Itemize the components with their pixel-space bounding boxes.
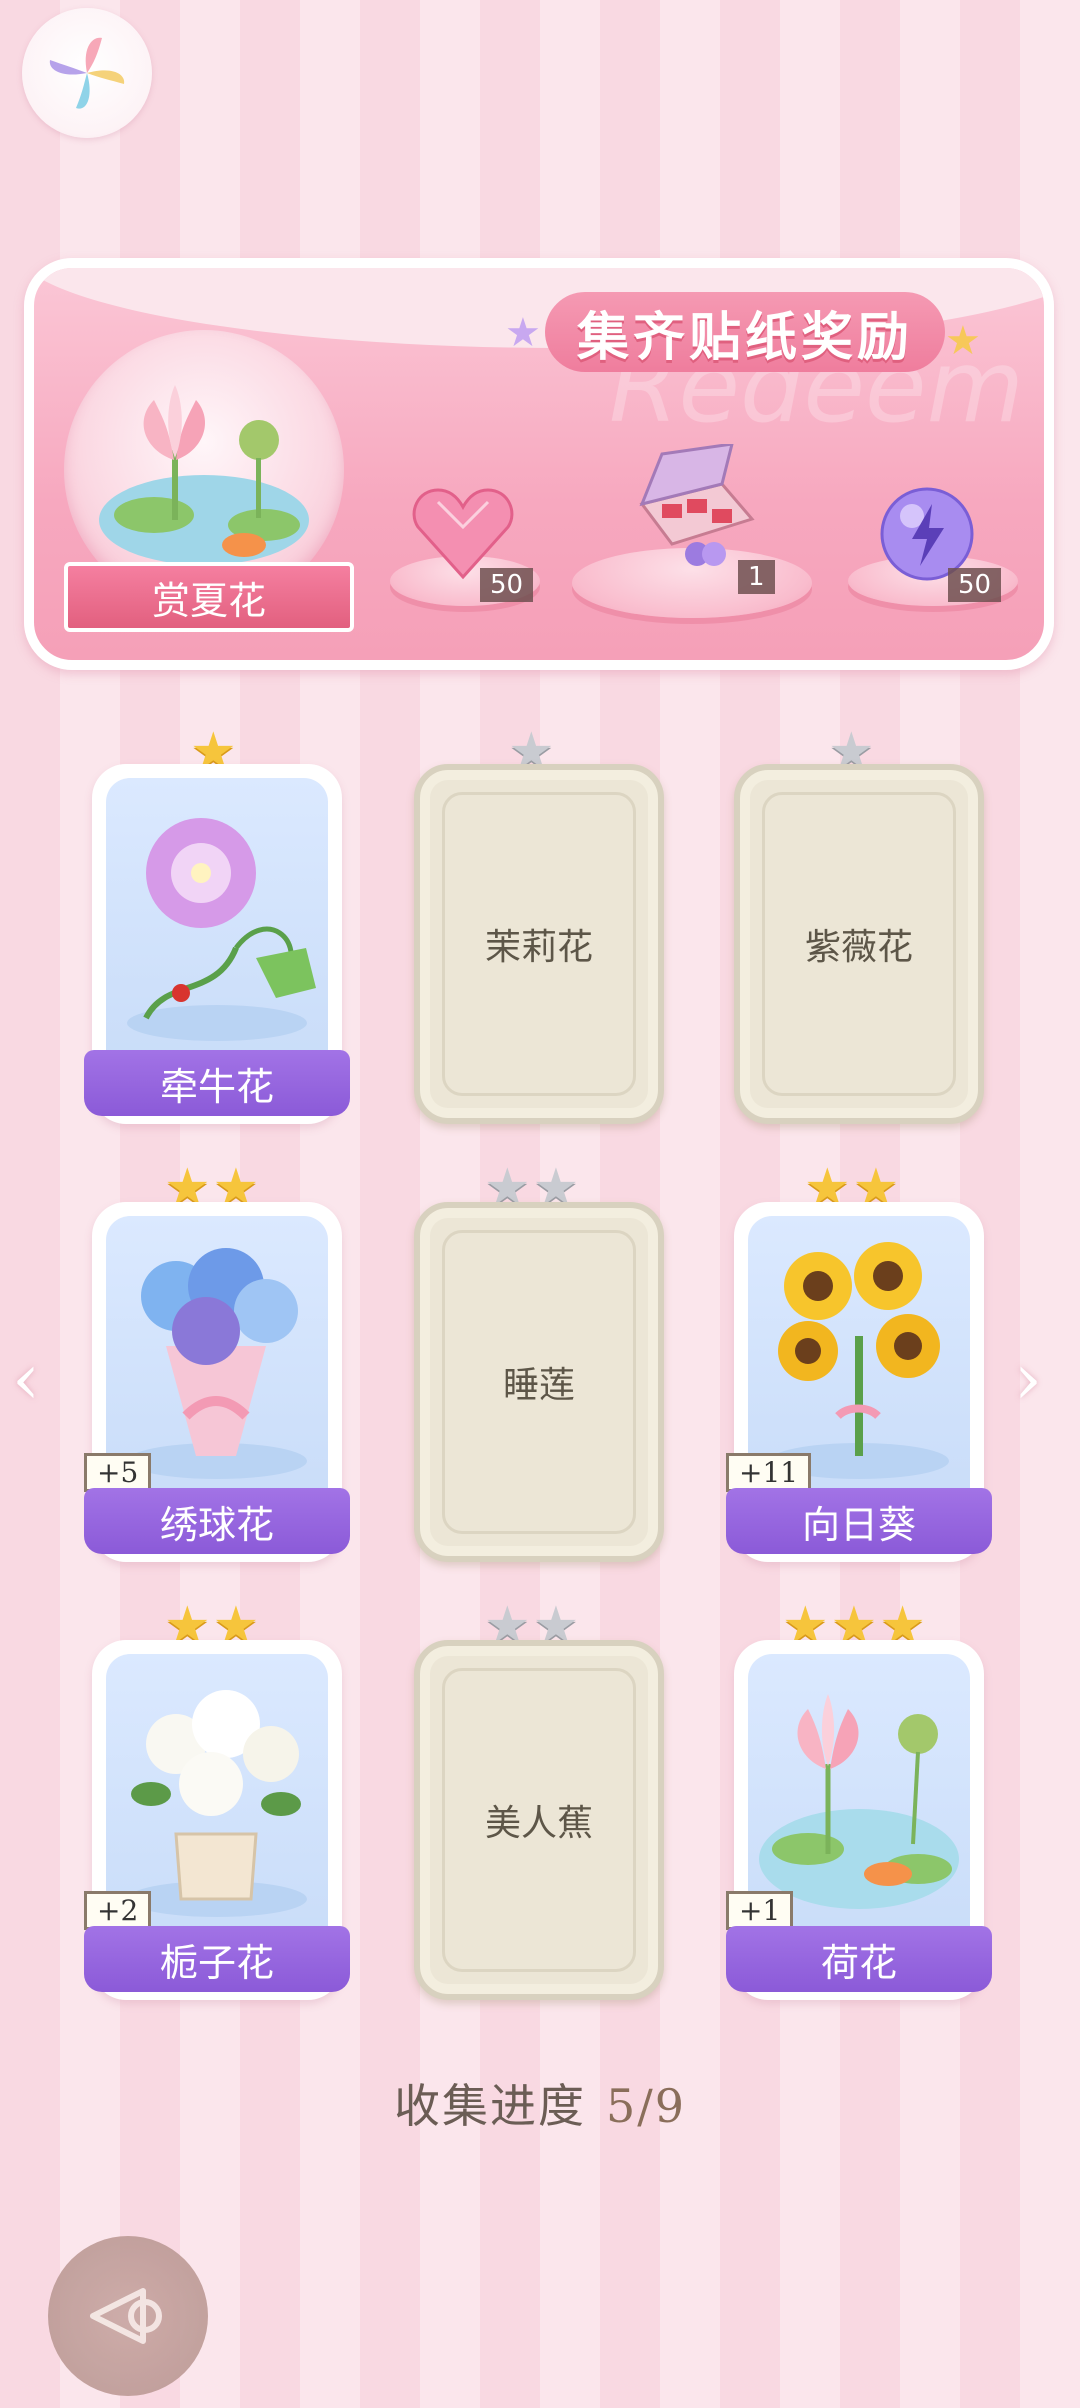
duplicate-count: +5 [84, 1453, 152, 1492]
flower-card-locked[interactable]: 美人蕉 [414, 1640, 664, 2000]
morning-glory-icon [127, 818, 316, 1041]
duplicate-count: +2 [84, 1891, 152, 1930]
hydrangea-icon [127, 1248, 307, 1479]
flower-card[interactable]: +2 栀子花 [84, 1640, 350, 2000]
collection-progress: 收集进度 5/9 [0, 2070, 1080, 2136]
banner-title: 集齐贴纸奖励 [545, 292, 945, 372]
next-page-arrow-icon[interactable]: › [1014, 1338, 1042, 1420]
prev-page-arrow-icon[interactable]: ‹ [12, 1338, 40, 1420]
card-name: 美人蕉 [484, 1803, 593, 1844]
logo-pinwheel-icon [49, 37, 125, 109]
card-name: 牵牛花 [84, 1050, 350, 1116]
star-deco-icon: ★ [505, 310, 541, 356]
app-logo [22, 8, 152, 138]
flower-card[interactable]: 牵牛花 [84, 764, 350, 1124]
gardenia-icon [127, 1690, 307, 1917]
flower-card[interactable]: +5 绣球花 [84, 1202, 350, 1562]
flower-card-locked[interactable]: 茉莉花 [414, 764, 664, 1124]
reward-count: 50 [480, 568, 534, 602]
card-name: 荷花 [726, 1926, 992, 1992]
card-name: 紫薇花 [804, 927, 913, 968]
duplicate-count: +11 [726, 1453, 812, 1492]
heart-gem-icon[interactable] [408, 482, 518, 582]
flower-card-locked[interactable]: 紫薇花 [734, 764, 984, 1124]
lotus-icon [759, 1694, 959, 1909]
star-deco-icon: ★ [945, 318, 981, 364]
sunflower-icon [769, 1242, 949, 1479]
back-button[interactable] [48, 2236, 208, 2396]
theme-label: 赏夏花 [64, 562, 354, 632]
reward-count: 1 [738, 560, 775, 594]
card-name: 栀子花 [84, 1926, 350, 1992]
progress-value: 5/9 [605, 2079, 687, 2133]
flower-card[interactable]: +1 荷花 [726, 1640, 992, 2000]
progress-label: 收集进度 [393, 2079, 586, 2133]
card-name: 茉莉花 [484, 927, 593, 968]
gift-box-icon[interactable] [622, 444, 762, 574]
card-art [106, 778, 328, 1084]
reward-count: 50 [948, 568, 1002, 602]
card-name: 睡莲 [502, 1365, 575, 1406]
duplicate-count: +1 [726, 1891, 794, 1930]
flower-card[interactable]: +11 向日葵 [726, 1202, 992, 1562]
card-name: 向日葵 [726, 1488, 992, 1554]
flower-card-locked[interactable]: 睡莲 [414, 1202, 664, 1562]
card-name: 绣球花 [84, 1488, 350, 1554]
back-arrow-icon [90, 2288, 162, 2344]
